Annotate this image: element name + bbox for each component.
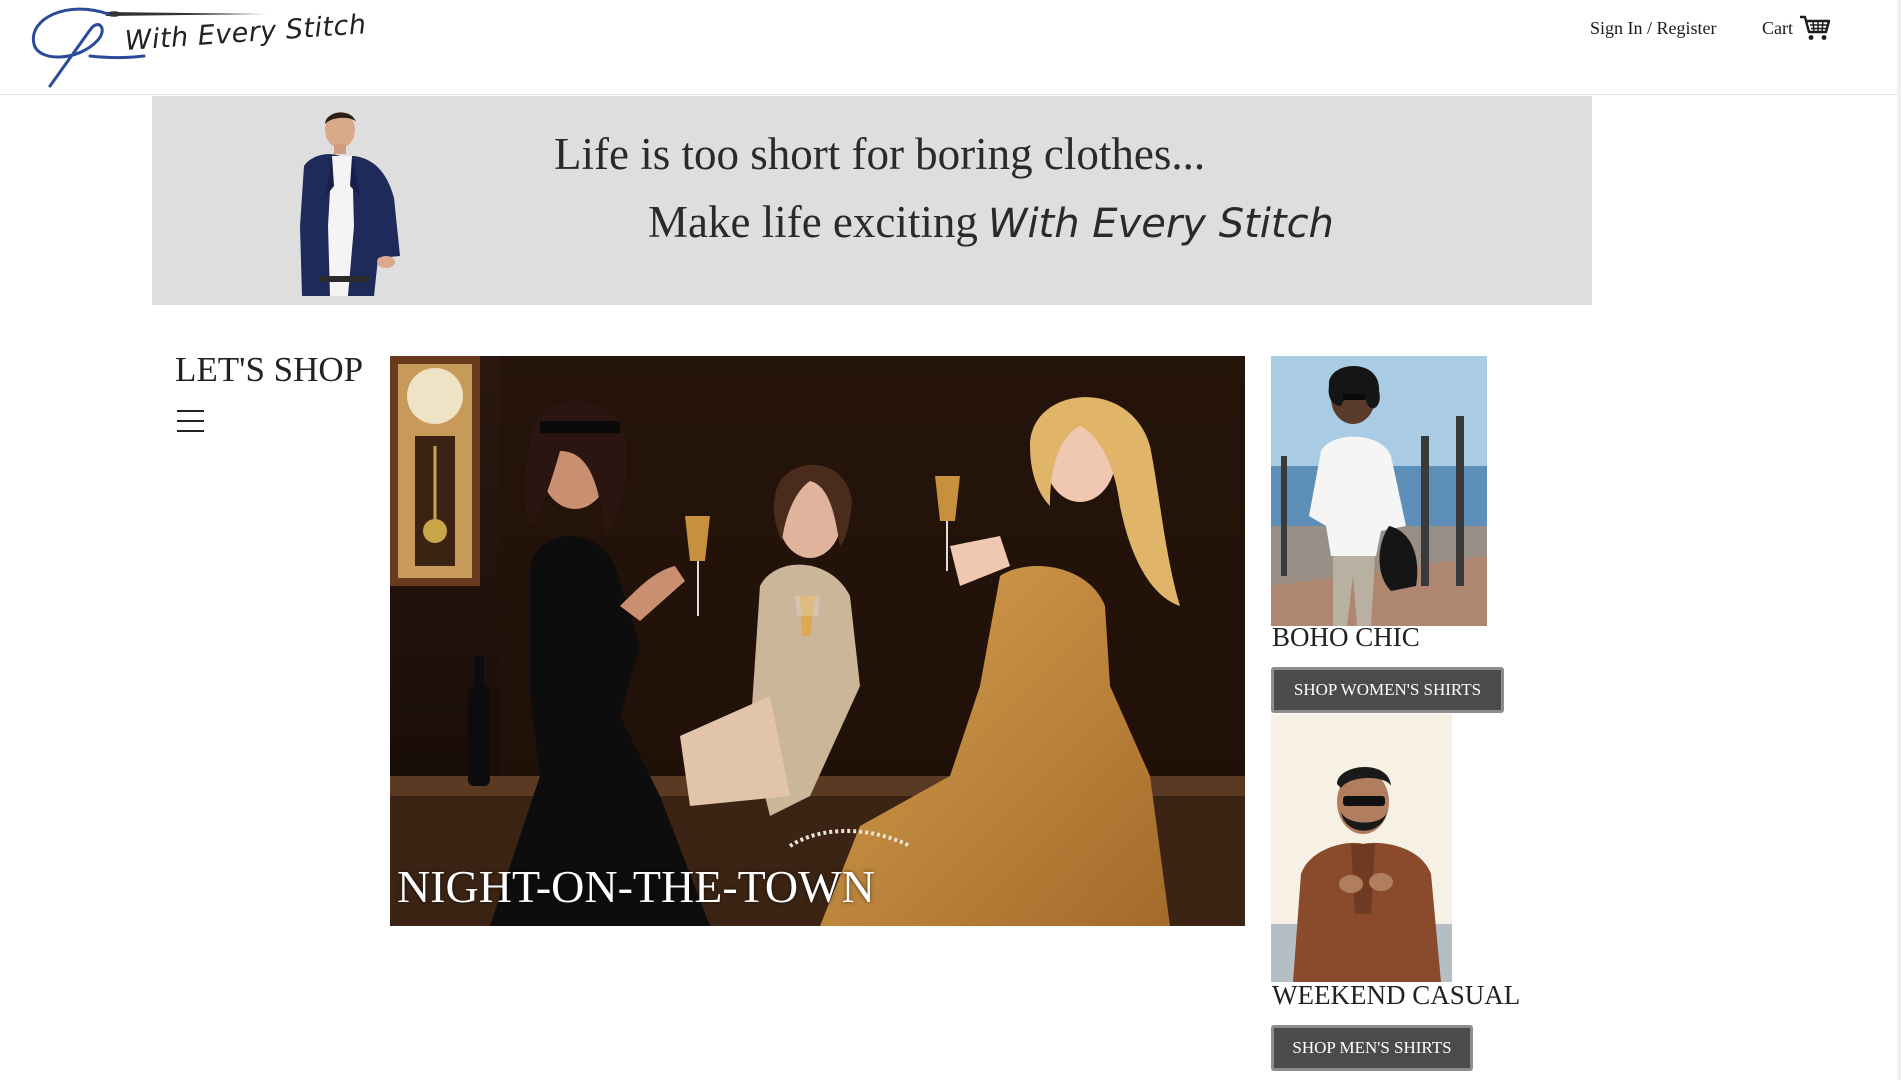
banner-brand-name: With Every Stitch <box>987 201 1334 247</box>
boho-chic-image[interactable] <box>1271 356 1487 626</box>
hero-caption: NIGHT-ON-THE-TOWN <box>397 861 875 912</box>
banner-subtagline-prefix: Make life exciting <box>648 197 978 247</box>
boho-chic-title: BOHO CHIC <box>1272 622 1420 652</box>
promo-banner: Life is too short for boring clothes... … <box>152 96 1592 305</box>
banner-model-image <box>300 112 400 296</box>
site-logo[interactable]: With Every Stitch <box>28 0 367 90</box>
hero-image <box>390 356 1245 926</box>
weekend-casual-image[interactable] <box>1271 714 1452 982</box>
site-header: With Every Stitch Sign In / Register Car… <box>0 0 1901 95</box>
shopping-cart-icon <box>1800 15 1831 40</box>
cart-link[interactable]: Cart <box>1762 14 1831 42</box>
signin-register-link[interactable]: Sign In / Register <box>1590 18 1717 39</box>
page-scrollbar[interactable] <box>1897 0 1901 1080</box>
hamburger-menu-icon[interactable] <box>176 406 206 436</box>
shop-womens-shirts-button[interactable]: SHOP WOMEN'S SHIRTS <box>1271 667 1504 713</box>
hero-night-on-the-town[interactable]: NIGHT-ON-THE-TOWN <box>390 356 1245 926</box>
weekend-casual-title: WEEKEND CASUAL <box>1272 980 1521 1010</box>
weekend-casual-photo <box>1271 714 1452 982</box>
banner-tagline: Life is too short for boring clothes... <box>554 129 1206 179</box>
shop-mens-shirts-button[interactable]: SHOP MEN'S SHIRTS <box>1271 1025 1473 1071</box>
banner-subtagline: Make life exciting With Every Stitch <box>648 196 1334 248</box>
cart-label: Cart <box>1762 17 1793 38</box>
lets-shop-heading: LET'S SHOP <box>175 350 364 389</box>
boho-chic-photo <box>1271 356 1487 626</box>
